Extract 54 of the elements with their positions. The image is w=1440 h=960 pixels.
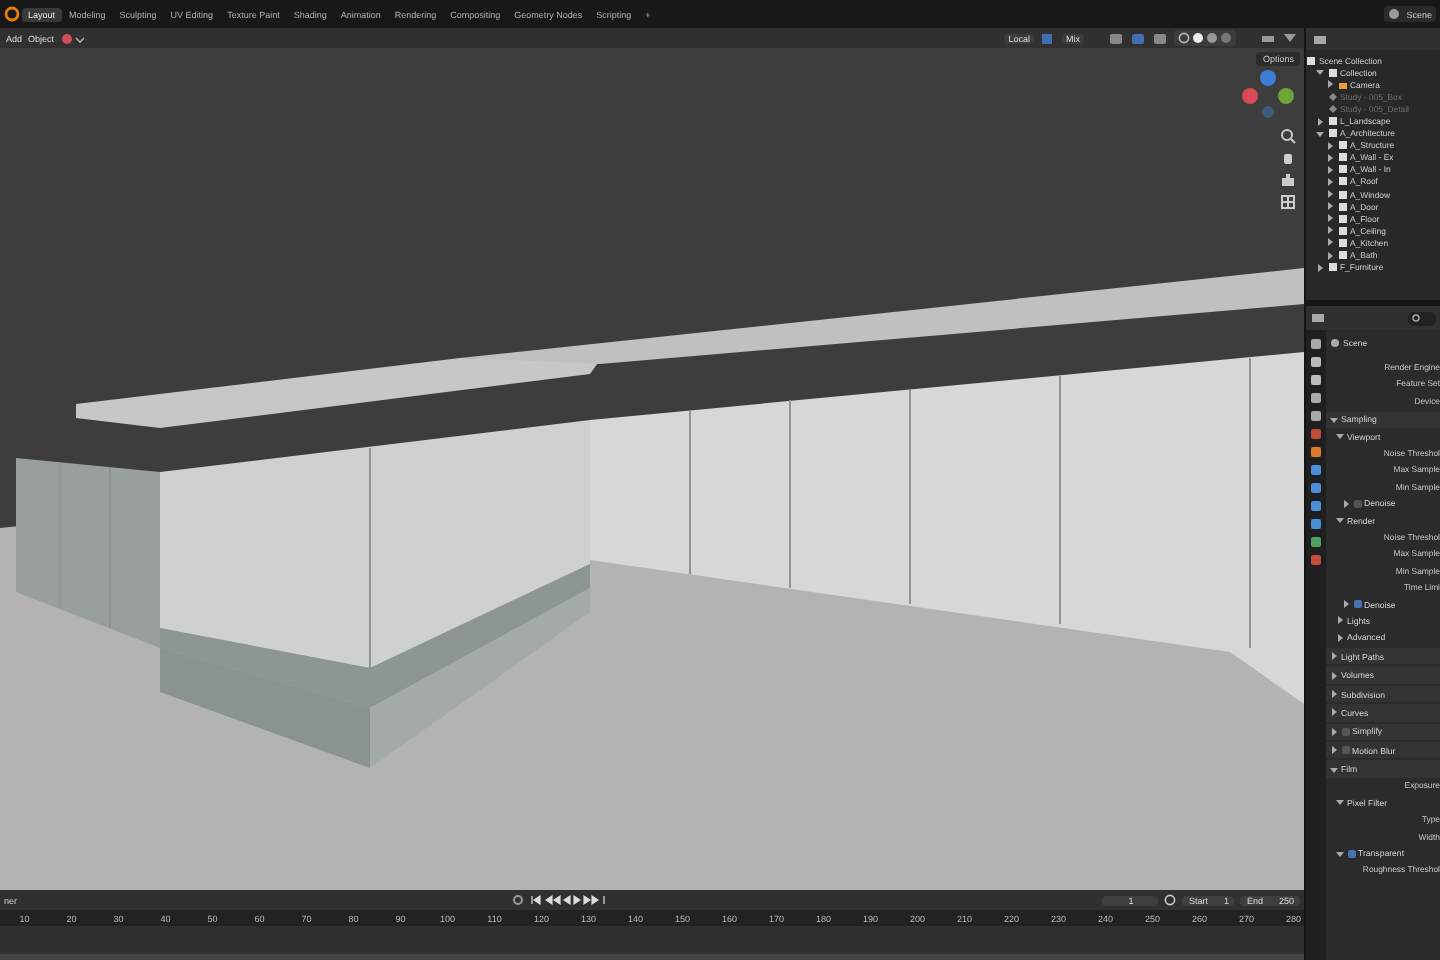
axis-gizmo-drawing xyxy=(1240,68,1296,120)
rendered-icon[interactable] xyxy=(1220,32,1232,44)
material-icon[interactable] xyxy=(1206,32,1218,44)
expanded-arrow-icon[interactable] xyxy=(1336,798,1344,807)
expanded-arrow-icon[interactable] xyxy=(1330,765,1338,774)
search-icon xyxy=(1412,313,1422,323)
collapsed-arrow-icon[interactable] xyxy=(1316,263,1324,272)
expanded-arrow-icon[interactable] xyxy=(1336,516,1344,525)
collapsed-arrow-icon[interactable] xyxy=(1330,671,1338,680)
app-logo-icon[interactable] xyxy=(4,6,20,22)
scene-icon xyxy=(1330,337,1340,348)
collapsed-arrow-icon[interactable] xyxy=(1330,746,1338,755)
collapsed-arrow-icon[interactable] xyxy=(1326,238,1334,247)
checkbox[interactable] xyxy=(1341,727,1349,736)
collapsed-arrow-icon[interactable] xyxy=(1326,202,1334,211)
collapsed-arrow-icon[interactable] xyxy=(1316,117,1324,126)
collapsed-arrow-icon[interactable] xyxy=(1326,80,1334,89)
checkbox[interactable] xyxy=(1347,849,1355,858)
expanded-arrow-icon[interactable] xyxy=(1316,68,1324,77)
overlay-icon[interactable] xyxy=(1130,31,1146,45)
collapsed-arrow-icon[interactable] xyxy=(1326,251,1334,260)
collapsed-arrow-icon[interactable] xyxy=(1326,165,1334,174)
checkbox[interactable] xyxy=(1353,499,1361,508)
expanded-arrow-icon[interactable] xyxy=(1316,129,1324,138)
collapsed-arrow-icon[interactable] xyxy=(1330,708,1338,717)
collapsed-arrow-icon[interactable] xyxy=(1330,652,1338,661)
collapsed-arrow-icon[interactable] xyxy=(1330,727,1338,736)
collapsed-arrow-icon[interactable] xyxy=(1336,616,1344,625)
zoom-icon[interactable] xyxy=(1280,128,1296,144)
checkbox[interactable] xyxy=(1353,600,1361,609)
collapsed-arrow-icon[interactable] xyxy=(1342,499,1350,508)
search-field[interactable] xyxy=(1408,311,1436,325)
checkbox[interactable] xyxy=(1341,746,1349,755)
scene-icon xyxy=(1388,8,1403,20)
wireframe-icon[interactable] xyxy=(1178,32,1190,44)
shading-buttons[interactable] xyxy=(1174,30,1236,46)
expanded-arrow-icon[interactable] xyxy=(1330,415,1338,424)
collapsed-arrow-icon[interactable] xyxy=(1326,153,1334,162)
expanded-arrow-icon[interactable] xyxy=(1336,849,1344,858)
grid-icon[interactable] xyxy=(1280,194,1296,210)
collapsed-arrow-icon[interactable] xyxy=(1326,141,1334,150)
collapsed-arrow-icon[interactable] xyxy=(1342,600,1350,609)
mode-icon[interactable] xyxy=(60,31,85,45)
editor-type-icon[interactable] xyxy=(1310,312,1326,324)
collapsed-arrow-icon[interactable] xyxy=(1336,633,1344,642)
editor-type-icon[interactable] xyxy=(1312,33,1328,45)
collapsed-arrow-icon[interactable] xyxy=(1330,690,1338,698)
collapsed-arrow-icon[interactable] xyxy=(1326,177,1334,186)
collapsed-arrow-icon[interactable] xyxy=(1326,226,1334,235)
playback-controls-icon[interactable] xyxy=(530,894,607,906)
solid-icon[interactable] xyxy=(1192,32,1204,44)
collapsed-arrow-icon[interactable] xyxy=(1326,190,1334,199)
collapsed-arrow-icon[interactable] xyxy=(1326,214,1334,223)
expanded-arrow-icon[interactable] xyxy=(1336,432,1344,441)
